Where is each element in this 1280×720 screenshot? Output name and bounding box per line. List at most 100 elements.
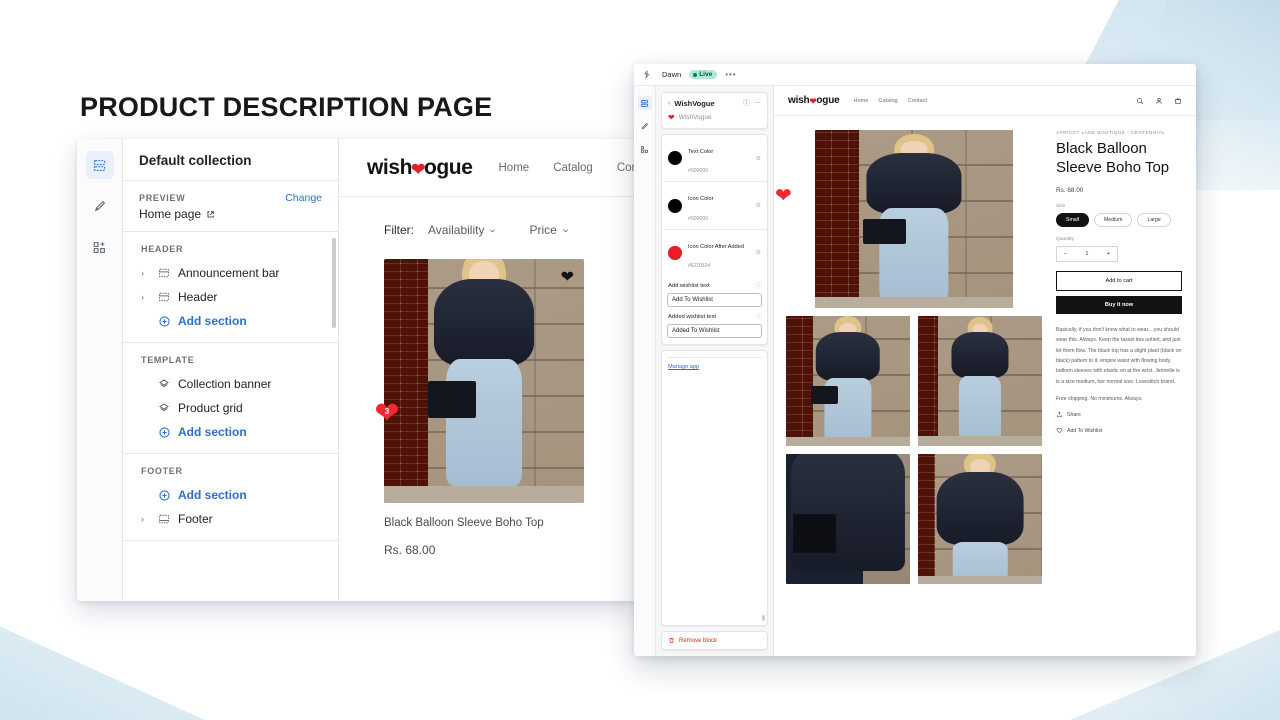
apps-icon[interactable] bbox=[638, 142, 652, 156]
filter-price[interactable]: Price bbox=[529, 223, 569, 237]
product-card-title: Black Balloon Sleeve Boho Top bbox=[384, 517, 544, 529]
sections-icon[interactable] bbox=[637, 96, 652, 110]
share-button[interactable]: Share bbox=[1056, 411, 1182, 418]
panel-scrollbar[interactable] bbox=[762, 615, 765, 621]
panel-title: Default collection bbox=[123, 139, 338, 181]
manage-app-link[interactable]: Manage app bbox=[662, 358, 767, 370]
block-more-menu[interactable]: ⋯ bbox=[754, 99, 761, 107]
added-wishlist-text-input[interactable]: Added To Wishlist bbox=[667, 324, 762, 339]
add-to-wishlist-button[interactable]: Add To Wishlist bbox=[1056, 427, 1182, 434]
size-option-medium[interactable]: Medium bbox=[1093, 212, 1133, 227]
buy-it-now-button[interactable]: Buy it now bbox=[1056, 295, 1182, 314]
add-to-cart-button[interactable]: Add to cart bbox=[1056, 270, 1182, 291]
quantity-value[interactable]: 1 bbox=[1085, 251, 1088, 257]
sections-panel: Default collection PREVIEW Change Home p… bbox=[123, 139, 339, 601]
theme-name: Dawn bbox=[662, 70, 682, 79]
wishlist-count-badge[interactable]: ❤ 3 bbox=[370, 398, 404, 430]
chevron-right-icon: › bbox=[141, 292, 144, 302]
apps-icon[interactable] bbox=[86, 233, 114, 261]
product-page-preview: wish ❤ ogue Home Catalog Contact APRICOT… bbox=[774, 86, 1196, 656]
gallery-thumb[interactable] bbox=[786, 316, 910, 446]
wishlist-heart-icon[interactable]: ❤ bbox=[561, 267, 574, 287]
search-icon[interactable] bbox=[1136, 92, 1144, 110]
app-editor-rail bbox=[634, 86, 656, 656]
nav-item-catalog[interactable]: Catalog bbox=[878, 98, 897, 104]
storefront-header: wish ❤ ogue Home Catalog Con bbox=[339, 139, 637, 197]
section-item-header[interactable]: › Header bbox=[123, 285, 338, 309]
field-add-wishlist-text: Add wishlist text ⓘ Add To Wishlist bbox=[662, 276, 767, 308]
section-item-announcement-bar[interactable]: › Announcement bar bbox=[123, 261, 338, 285]
product-page-logo[interactable]: wish ❤ ogue bbox=[788, 95, 840, 106]
color-swatch[interactable] bbox=[668, 151, 682, 166]
topbar-more-menu[interactable]: ••• bbox=[725, 70, 736, 79]
color-swatch[interactable] bbox=[668, 245, 682, 260]
back-chevron-icon[interactable]: ‹ bbox=[668, 100, 670, 107]
section-icon bbox=[157, 290, 171, 304]
layers-icon bbox=[157, 401, 171, 415]
nav-item-home[interactable]: Home bbox=[853, 98, 868, 104]
section-item-footer[interactable]: › Footer bbox=[123, 507, 338, 531]
product-card[interactable]: ❤ Black Balloon Sleeve Boho Top Rs. 68.0… bbox=[384, 259, 584, 557]
remove-block-button[interactable]: Remove block bbox=[662, 632, 767, 649]
quantity-label: Quantity bbox=[1056, 236, 1074, 242]
setting-icon-color[interactable]: Icon Color #000000 ⚙ bbox=[662, 181, 767, 228]
preview-block: PREVIEW Change Home page bbox=[123, 181, 338, 232]
gear-icon[interactable]: ⚙ bbox=[756, 249, 761, 256]
add-wishlist-text-input[interactable]: Add To Wishlist bbox=[667, 293, 762, 308]
share-icon bbox=[1057, 411, 1062, 418]
field-label: Add wishlist text bbox=[668, 282, 710, 289]
preview-page[interactable]: Home page bbox=[139, 207, 322, 221]
gear-icon[interactable]: ⚙ bbox=[756, 155, 761, 162]
add-section-button-footer[interactable]: Add section bbox=[123, 483, 338, 507]
color-swatch[interactable] bbox=[668, 198, 682, 213]
storefront-logo[interactable]: wish ❤ ogue bbox=[367, 156, 473, 180]
setting-text-color[interactable]: Text Color #000000 ⚙ bbox=[662, 135, 767, 181]
change-link[interactable]: Change bbox=[285, 192, 322, 204]
chevron-right-icon: › bbox=[141, 268, 144, 278]
shopify-logo-icon[interactable] bbox=[642, 70, 654, 79]
account-icon[interactable] bbox=[1155, 92, 1163, 110]
gallery-thumb[interactable] bbox=[918, 316, 1042, 446]
nav-item-home[interactable]: Home bbox=[499, 162, 530, 174]
size-option-large[interactable]: Large bbox=[1137, 212, 1171, 227]
add-section-button-header[interactable]: Add section bbox=[123, 309, 338, 333]
setting-icon-color-after-added[interactable]: Icon Color After Added #ED1B24 ⚙ bbox=[662, 228, 767, 276]
chevron-down-icon bbox=[562, 228, 568, 232]
gallery-thumb[interactable] bbox=[918, 454, 1042, 584]
gallery-main-image[interactable] bbox=[815, 130, 1013, 308]
add-to-wishlist-label: Add To Wishlist bbox=[1067, 427, 1103, 434]
sections-icon[interactable] bbox=[85, 151, 114, 179]
filter-label: Filter: bbox=[384, 223, 414, 237]
gear-icon[interactable]: ⚙ bbox=[756, 202, 761, 209]
plus-circle-icon bbox=[157, 314, 171, 328]
product-description: Basically, if you don't know what to wea… bbox=[1056, 326, 1182, 385]
app-name: WishVogue bbox=[678, 114, 712, 121]
quantity-stepper[interactable]: – 1 + bbox=[1056, 245, 1118, 262]
section-item-collection-banner[interactable]: Collection banner bbox=[123, 372, 338, 396]
add-section-button-template[interactable]: Add section bbox=[123, 420, 338, 444]
gallery-thumb[interactable] bbox=[786, 454, 910, 584]
quantity-decrease-button[interactable]: – bbox=[1064, 251, 1067, 257]
size-option-small[interactable]: Small bbox=[1056, 212, 1089, 227]
info-icon[interactable]: ⓘ bbox=[756, 312, 762, 321]
chevron-down-icon bbox=[490, 228, 496, 232]
info-icon[interactable]: ⓘ bbox=[756, 281, 762, 290]
color-settings-card: Text Color #000000 ⚙ Icon Color #000000 … bbox=[661, 134, 768, 346]
info-icon[interactable]: ⓘ bbox=[743, 98, 750, 108]
section-item-product-grid[interactable]: Product grid bbox=[123, 396, 338, 420]
external-link-icon bbox=[207, 210, 214, 217]
product-price: Rs. 68.00 bbox=[1056, 186, 1084, 194]
sections-list[interactable]: HEADER › Announcement bar › Header Add s… bbox=[123, 232, 338, 601]
heart-icon: ❤ bbox=[668, 113, 675, 122]
sections-scrollbar[interactable] bbox=[332, 238, 336, 328]
plus-circle-icon bbox=[157, 425, 171, 439]
filter-availability[interactable]: Availability bbox=[428, 223, 497, 237]
app-row[interactable]: ❤ WishVogue bbox=[662, 113, 767, 128]
brush-icon[interactable] bbox=[638, 119, 652, 133]
nav-item-catalog[interactable]: Catalog bbox=[553, 162, 593, 174]
brush-icon[interactable] bbox=[86, 192, 114, 220]
cart-icon[interactable] bbox=[1174, 92, 1182, 110]
quantity-increase-button[interactable]: + bbox=[1107, 251, 1110, 257]
shipping-note: Free shipping. No minimums. Always. bbox=[1056, 396, 1143, 403]
nav-item-contact[interactable]: Contact bbox=[908, 98, 927, 104]
